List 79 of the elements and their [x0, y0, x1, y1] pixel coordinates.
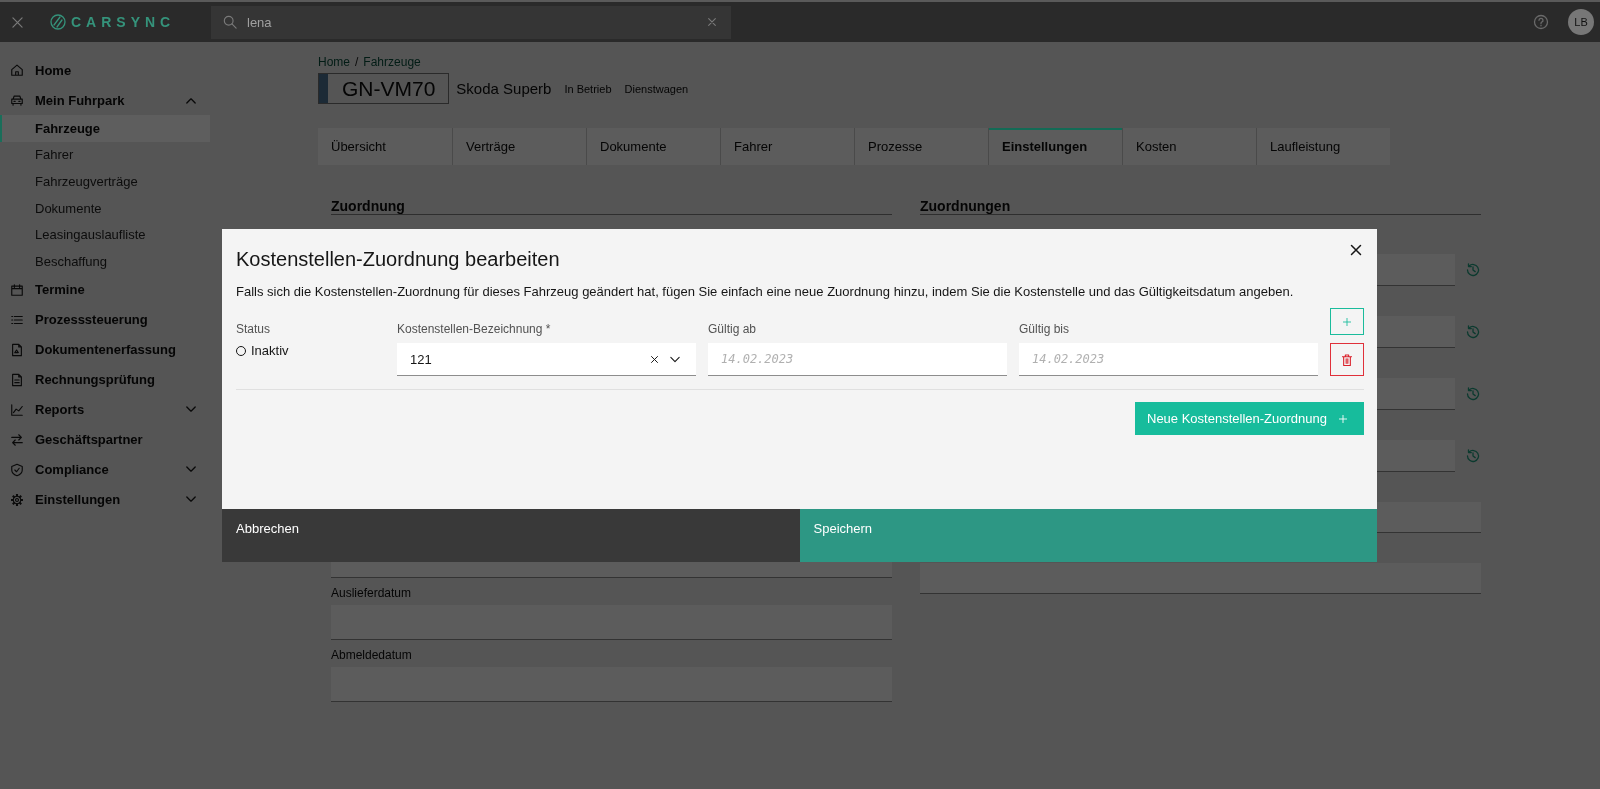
input-field[interactable] — [331, 667, 892, 702]
nav-item[interactable]: Rechnungsprüfung — [0, 364, 210, 395]
line-chart-icon — [10, 402, 24, 417]
tab[interactable]: Fahrer — [720, 128, 854, 165]
tab[interactable]: Dokumente — [586, 128, 720, 165]
field-label: Auslieferdatum — [331, 586, 413, 600]
user-avatar[interactable]: LB — [1568, 9, 1594, 35]
save-button[interactable]: Speichern — [799, 509, 1377, 562]
car-icon — [10, 93, 24, 107]
dialog-title: Kostenstellen-Zuordnung bearbeiten — [236, 247, 560, 272]
tab[interactable]: Einstellungen — [988, 128, 1122, 165]
vehicle-tag: Dienstwagen — [624, 79, 689, 98]
nav-subitem[interactable]: Fahrer — [0, 141, 210, 169]
nav-item[interactable]: Reports — [0, 394, 210, 425]
add-row-button[interactable] — [1330, 308, 1364, 335]
calendar-icon — [10, 282, 24, 297]
nav-subitem[interactable]: Dokumente — [0, 194, 210, 222]
nav-subitem[interactable]: Fahrzeuge — [0, 115, 210, 142]
chevron-down-icon[interactable] — [670, 355, 680, 363]
clear-icon[interactable] — [650, 354, 659, 364]
radio-label[interactable]: Inaktiv — [251, 343, 289, 358]
tab[interactable]: Prozesse — [854, 128, 988, 165]
history-icon[interactable] — [1465, 324, 1481, 340]
cancel-button[interactable]: Abbrechen — [222, 509, 800, 562]
document-icon — [10, 342, 24, 357]
field-label: Gültig ab — [708, 322, 758, 336]
search-icon — [223, 15, 237, 29]
nav-item[interactable]: Geschäftspartner — [0, 424, 210, 455]
nav-item[interactable]: Compliance — [0, 454, 210, 485]
breadcrumb-separator: / — [355, 55, 359, 69]
license-plate: GN-VM70 — [318, 73, 450, 104]
date-input[interactable]: 14.02.2023 — [708, 343, 1007, 376]
close-icon[interactable] — [1350, 244, 1362, 256]
history-icon[interactable] — [1465, 262, 1481, 278]
chevron-up-icon[interactable] — [186, 96, 196, 104]
history-icon[interactable] — [1465, 448, 1481, 464]
logo-icon — [50, 14, 66, 30]
section-title: Zuordnungen — [920, 198, 1481, 215]
input-field[interactable] — [331, 605, 892, 640]
tab[interactable]: Übersicht — [318, 128, 452, 165]
help-icon[interactable] — [1533, 14, 1549, 30]
trash-icon — [1342, 353, 1352, 366]
tab[interactable]: Laufleistung — [1256, 128, 1390, 165]
nav-subitem[interactable]: Fahrzeugverträge — [0, 168, 210, 195]
field-label: Status — [236, 322, 272, 336]
house-icon — [10, 63, 24, 77]
section-title: Zuordnung — [331, 198, 892, 215]
vehicle-model: Skoda Superb — [456, 80, 552, 97]
field-label: Gültig bis — [1019, 322, 1071, 336]
nav-item[interactable]: Home — [0, 55, 210, 85]
shield-check-icon — [10, 462, 24, 477]
nav-item[interactable]: Termine — [0, 274, 210, 305]
field-label: Kostenstellen-Bezeichnung * — [397, 322, 552, 336]
new-assignment-button[interactable]: Neue Kostenstellen-Zuordnung — [1135, 402, 1364, 435]
nav-item[interactable]: Einstellungen — [0, 484, 210, 515]
nav-item[interactable]: Mein Fuhrpark — [0, 85, 210, 115]
select-field[interactable]: 121 — [397, 343, 696, 376]
history-icon[interactable] — [1465, 386, 1481, 402]
tab[interactable]: Verträge — [452, 128, 586, 165]
document-icon — [10, 372, 24, 387]
date-input[interactable]: 14.02.2023 — [1019, 343, 1318, 376]
plus-icon — [1339, 414, 1347, 423]
breadcrumb-current: Fahrzeuge — [363, 55, 421, 69]
nav-subitem[interactable]: Leasingauslaufliste — [0, 221, 210, 248]
logo-text: CARSYNC — [71, 14, 176, 30]
search-field[interactable]: lena — [211, 5, 731, 39]
nav-item[interactable]: Prozesssteuerung — [0, 304, 210, 335]
field-label: Abmeldedatum — [331, 648, 413, 662]
breadcrumb-link[interactable]: Home — [318, 55, 350, 69]
input-field[interactable] — [920, 563, 1481, 594]
settings-icon — [10, 492, 24, 507]
vehicle-tag: In Betrieb — [564, 79, 612, 98]
tab[interactable]: Kosten — [1122, 128, 1256, 165]
nav-item[interactable]: Dokumentenerfassung — [0, 334, 210, 365]
dialog-description: Falls sich die Kostenstellen-Zuordnung für dieses Fahrzeug geändert hat, fügen Sie einfach eine neue Zuordnung hinzu, indem Sie die Kostenstelle und das Gültigkeitsdatum angeben. — [236, 283, 1295, 301]
nav-subitem[interactable]: Beschaffung — [0, 247, 210, 275]
swap-arrows-icon — [10, 432, 24, 447]
plus-icon — [1343, 317, 1351, 326]
delete-button[interactable] — [1330, 343, 1364, 376]
